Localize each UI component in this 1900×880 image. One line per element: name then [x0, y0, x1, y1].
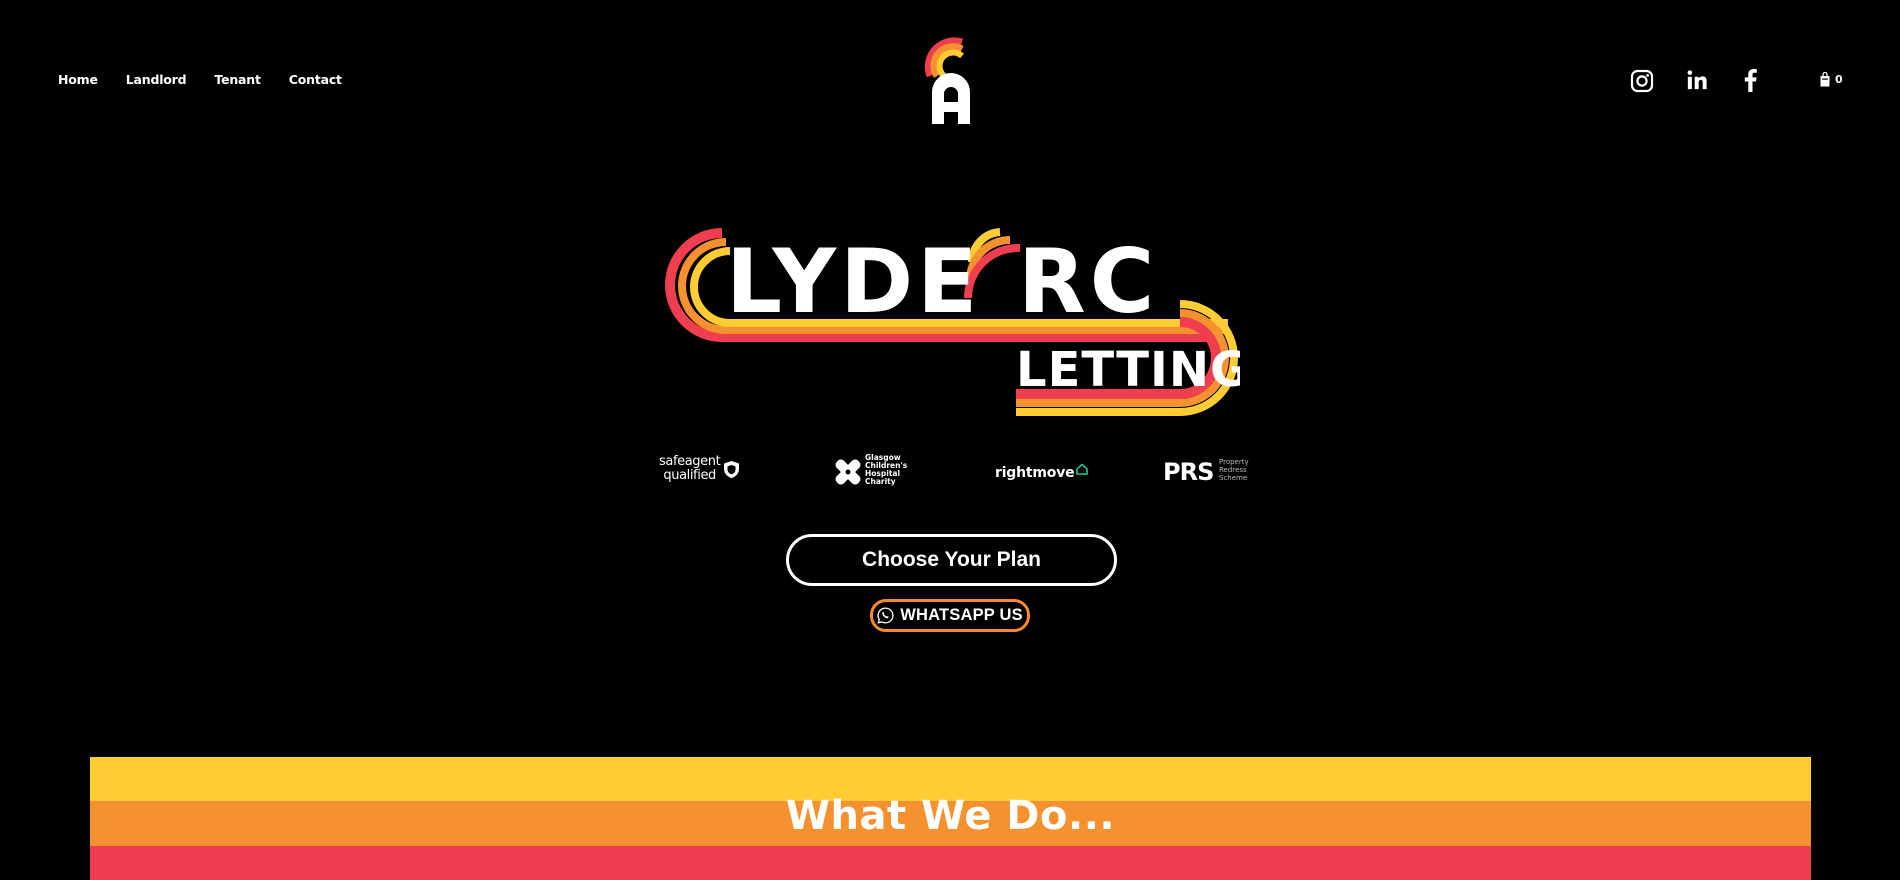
house-icon — [1076, 463, 1089, 475]
whatsapp-icon — [877, 607, 894, 624]
choose-plan-button[interactable]: Choose Your Plan — [786, 534, 1117, 586]
red-stripe — [90, 846, 1811, 880]
safeagent-text: safeagent — [659, 454, 721, 469]
logo-text-letting: LETTING — [1016, 342, 1240, 398]
cross-plaster-icon — [835, 459, 861, 485]
prs-text: PRS — [1163, 458, 1214, 486]
glasgow-charity-text: Glasgow Children's Hospital Charity — [865, 453, 908, 486]
safeagent-qualified-text: qualified — [663, 468, 716, 483]
prs-subtext: Property Redress Scheme — [1219, 458, 1249, 482]
whatsapp-label: WHATSAPP US — [900, 606, 1023, 624]
rightmove-text: rightmove — [995, 465, 1075, 481]
cart-count: 0 — [1835, 73, 1843, 86]
cart-button[interactable]: 0 — [1820, 72, 1843, 87]
section-title: What We Do... — [785, 793, 1116, 839]
shield-icon — [724, 461, 739, 478]
whatsapp-button[interactable]: WHATSAPP US — [870, 599, 1030, 632]
instagram-icon[interactable] — [1630, 69, 1654, 93]
nav-landlord[interactable]: Landlord — [126, 72, 187, 87]
logo-text-rc: RC — [1018, 230, 1158, 333]
nav-tenant[interactable]: Tenant — [214, 72, 261, 87]
rightmove-logo: rightmove — [995, 463, 1089, 481]
clyde-arc-letting-logo: LYDE RC LETTING — [665, 228, 1240, 416]
nav-contact[interactable]: Contact — [289, 72, 342, 87]
safeagent-logo: safeagent qualified — [659, 454, 739, 483]
shopping-bag-icon — [1820, 72, 1830, 87]
nav-home[interactable]: Home — [58, 72, 98, 87]
linkedin-icon[interactable] — [1686, 69, 1708, 91]
site-logo[interactable] — [920, 36, 982, 126]
prs-logo: PRS Property Redress Scheme — [1163, 458, 1249, 486]
what-we-do-section: What We Do... — [90, 757, 1811, 880]
logo-text-lyde: LYDE — [726, 230, 981, 333]
main-nav: Home Landlord Tenant Contact — [58, 72, 342, 87]
facebook-icon[interactable] — [1740, 68, 1760, 92]
partner-logos: safeagent qualified Glasgow Children's H… — [655, 453, 1249, 491]
